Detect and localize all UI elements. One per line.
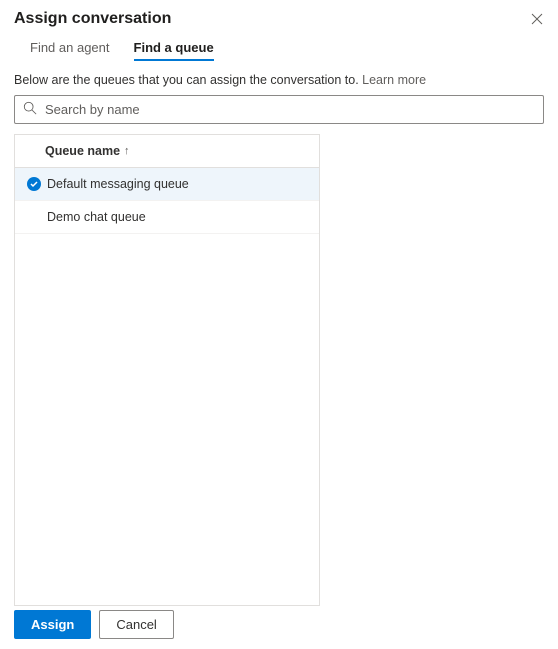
- dialog-title: Assign conversation: [14, 10, 171, 28]
- cancel-button[interactable]: Cancel: [99, 610, 173, 639]
- assign-button[interactable]: Assign: [14, 610, 91, 639]
- footer-actions: Assign Cancel: [14, 610, 174, 639]
- column-header-queue-name[interactable]: Queue name ↑: [15, 135, 319, 168]
- tab-bar: Find an agent Find a queue: [14, 34, 544, 61]
- tab-find-agent[interactable]: Find an agent: [30, 34, 110, 61]
- learn-more-link[interactable]: Learn more: [362, 73, 426, 87]
- column-header-label: Queue name: [45, 144, 120, 158]
- search-icon: [23, 101, 37, 118]
- table-row[interactable]: Demo chat queue: [15, 201, 319, 234]
- description-body: Below are the queues that you can assign…: [14, 73, 359, 87]
- tab-find-queue[interactable]: Find a queue: [134, 34, 214, 61]
- search-container[interactable]: [14, 95, 544, 124]
- table-row[interactable]: Default messaging queue: [15, 168, 319, 201]
- search-input[interactable]: [45, 102, 535, 117]
- close-icon[interactable]: [530, 12, 544, 26]
- queue-name-cell: Demo chat queue: [47, 210, 146, 224]
- queue-name-cell: Default messaging queue: [47, 177, 189, 191]
- checkmark-icon: [27, 177, 41, 191]
- description-text: Below are the queues that you can assign…: [14, 73, 544, 87]
- sort-ascending-icon: ↑: [124, 145, 130, 157]
- queue-table: Queue name ↑ Default messaging queue Dem…: [14, 134, 320, 606]
